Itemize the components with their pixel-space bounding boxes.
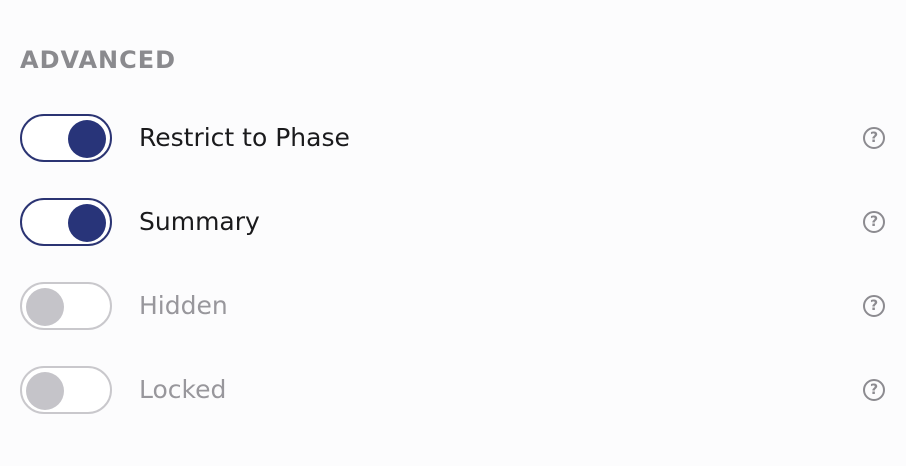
hidden-label: Hidden: [139, 291, 228, 320]
question-mark-circle-icon[interactable]: ?: [863, 211, 885, 233]
locked-label: Locked: [139, 375, 227, 404]
option-row-hidden: Hidden ?: [0, 280, 906, 336]
option-row-restrict-to-phase: Restrict to Phase ?: [0, 112, 906, 168]
option-row-locked: Locked ?: [0, 364, 906, 420]
hidden-toggle[interactable]: [20, 282, 112, 330]
summary-label: Summary: [139, 207, 260, 236]
toggle-knob: [68, 204, 106, 242]
question-mark-circle-icon[interactable]: ?: [863, 295, 885, 317]
section-title: ADVANCED: [20, 46, 177, 74]
restrict-to-phase-label: Restrict to Phase: [139, 123, 350, 152]
restrict-to-phase-toggle[interactable]: [20, 114, 112, 162]
advanced-settings-panel: ADVANCED Restrict to Phase ? Summary ? H…: [0, 0, 906, 466]
toggle-knob: [68, 120, 106, 158]
toggle-knob: [26, 288, 64, 326]
question-mark-circle-icon[interactable]: ?: [863, 127, 885, 149]
toggle-knob: [26, 372, 64, 410]
question-mark-circle-icon[interactable]: ?: [863, 379, 885, 401]
summary-toggle[interactable]: [20, 198, 112, 246]
option-row-summary: Summary ?: [0, 196, 906, 252]
locked-toggle[interactable]: [20, 366, 112, 414]
